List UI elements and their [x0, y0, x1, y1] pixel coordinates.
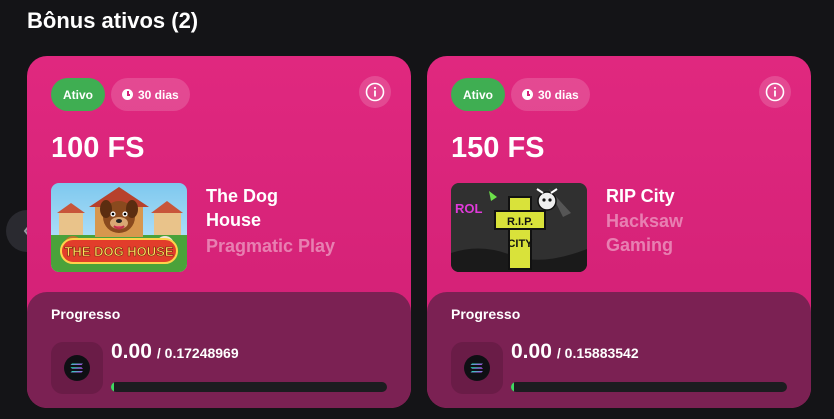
clock-icon [522, 89, 533, 100]
progress-current: 0.00 [511, 340, 552, 363]
thumbnail-title: THE DOG HOUSE [64, 244, 173, 259]
duration-label: 30 dias [538, 87, 579, 102]
progress-value: 0.00 / 0.15883542 [511, 340, 639, 364]
duration-label: 30 dias [138, 87, 179, 102]
game-provider: Hacksaw Gaming [606, 211, 684, 255]
info-icon [365, 82, 385, 102]
bonus-amount: 150 FS [451, 132, 545, 164]
progress-total: / 0.15883542 [556, 345, 639, 361]
progress-panel: Progresso 0.00 / 0.15883542 [427, 292, 811, 408]
progress-label: Progresso [451, 306, 521, 322]
solana-icon [451, 342, 503, 394]
status-badge: Ativo [51, 78, 105, 111]
thumbnail-rip: R.I.P. [507, 216, 533, 228]
duration-badge: 30 dias [511, 78, 590, 111]
solana-icon [51, 342, 103, 394]
status-badge: Ativo [451, 78, 505, 111]
progress-bar-fill [111, 382, 114, 392]
game-thumbnail[interactable]: R.I.P. CITY ROL [451, 183, 587, 272]
duration-badge: 30 dias [111, 78, 190, 111]
info-button[interactable] [359, 76, 391, 108]
info-button[interactable] [759, 76, 791, 108]
clock-icon [122, 89, 133, 100]
progress-value: 0.00 / 0.17248969 [111, 340, 239, 364]
progress-total: / 0.17248969 [156, 345, 239, 361]
game-provider: Pragmatic Play [206, 236, 336, 256]
thumbnail-city: CITY [507, 238, 533, 250]
thumbnail-rol: ROL [455, 201, 483, 216]
page-title: Bônus ativos (2) [27, 8, 199, 33]
progress-current: 0.00 [111, 340, 152, 363]
game-name[interactable]: RIP City [606, 184, 786, 208]
game-name[interactable]: The Dog House [206, 184, 336, 232]
game-thumbnail[interactable]: THE DOG HOUSE [51, 183, 187, 272]
bonus-card[interactable]: Ativo 30 dias 100 FS THE DOG HOUSE The D… [27, 56, 411, 408]
progress-label: Progresso [51, 306, 121, 322]
progress-bar [511, 382, 787, 392]
bonus-card[interactable]: Ativo 30 dias 150 FS R.I.P. CITY ROL RIP… [427, 56, 811, 408]
progress-panel: Progresso 0.00 / 0.17248969 [27, 292, 411, 408]
progress-bar [111, 382, 387, 392]
info-icon [765, 82, 785, 102]
progress-bar-fill [511, 382, 514, 392]
bonus-amount: 100 FS [51, 132, 145, 164]
